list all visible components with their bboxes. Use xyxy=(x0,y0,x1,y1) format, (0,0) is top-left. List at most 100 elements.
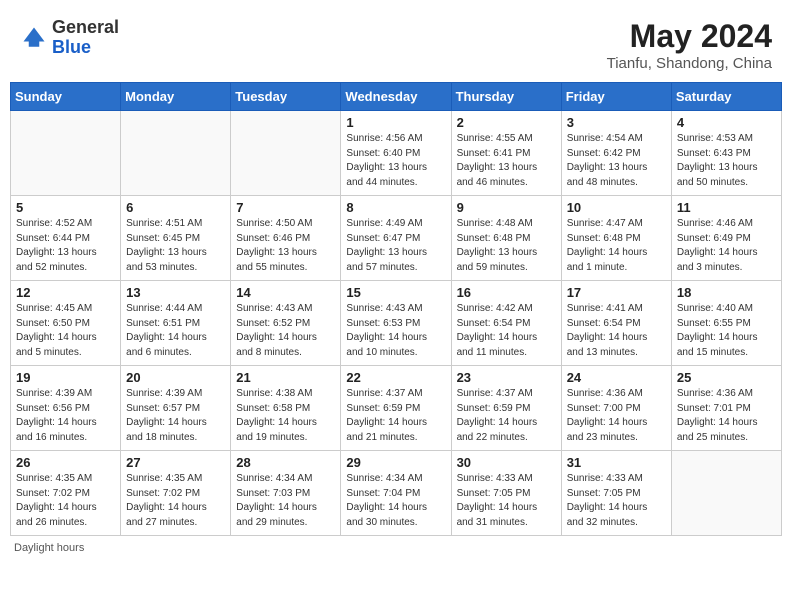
day-number: 17 xyxy=(567,285,666,300)
day-info: Sunrise: 4:35 AM Sunset: 7:02 PM Dayligh… xyxy=(126,472,225,530)
day-info: Sunrise: 4:39 AM Sunset: 6:56 PM Dayligh… xyxy=(16,387,115,445)
calendar-cell: 11 Sunrise: 4:46 AM Sunset: 6:49 PM Dayli… xyxy=(671,196,781,281)
calendar-header-saturday: Saturday xyxy=(671,83,781,111)
calendar-cell: 19 Sunrise: 4:39 AM Sunset: 6:56 PM Dayli… xyxy=(11,366,121,451)
calendar-cell xyxy=(231,111,341,196)
day-number: 19 xyxy=(16,370,115,385)
calendar-cell: 23 Sunrise: 4:37 AM Sunset: 6:59 PM Dayli… xyxy=(451,366,561,451)
calendar-cell: 21 Sunrise: 4:38 AM Sunset: 6:58 PM Dayli… xyxy=(231,366,341,451)
day-number: 18 xyxy=(677,285,776,300)
day-info: Sunrise: 4:44 AM Sunset: 6:51 PM Dayligh… xyxy=(126,302,225,360)
day-info: Sunrise: 4:51 AM Sunset: 6:45 PM Dayligh… xyxy=(126,217,225,275)
day-number: 14 xyxy=(236,285,335,300)
day-info: Sunrise: 4:34 AM Sunset: 7:04 PM Dayligh… xyxy=(346,472,445,530)
day-info: Sunrise: 4:55 AM Sunset: 6:41 PM Dayligh… xyxy=(457,132,556,190)
logo-general-text: General xyxy=(52,17,119,37)
logo-icon xyxy=(20,24,48,52)
calendar-header-monday: Monday xyxy=(121,83,231,111)
day-info: Sunrise: 4:37 AM Sunset: 6:59 PM Dayligh… xyxy=(346,387,445,445)
day-number: 6 xyxy=(126,200,225,215)
day-info: Sunrise: 4:53 AM Sunset: 6:43 PM Dayligh… xyxy=(677,132,776,190)
calendar-cell: 25Sunrise: 4:36 AM Sunset: 7:01 PM Dayli… xyxy=(671,366,781,451)
day-info: Sunrise: 4:52 AM Sunset: 6:44 PM Dayligh… xyxy=(16,217,115,275)
day-info: Sunrise: 4:49 AM Sunset: 6:47 PM Dayligh… xyxy=(346,217,445,275)
day-number: 23 xyxy=(457,370,556,385)
day-number: 4 xyxy=(677,115,776,130)
day-info: Sunrise: 4:37 AM Sunset: 6:59 PM Dayligh… xyxy=(457,387,556,445)
calendar-cell xyxy=(11,111,121,196)
day-info: Sunrise: 4:36 AM Sunset: 7:01 PM Dayligh… xyxy=(677,387,776,445)
day-number: 8 xyxy=(346,200,445,215)
logo-blue-text: Blue xyxy=(52,37,91,57)
calendar-cell: 20Sunrise: 4:39 AM Sunset: 6:57 PM Dayli… xyxy=(121,366,231,451)
day-info: Sunrise: 4:33 AM Sunset: 7:05 PM Dayligh… xyxy=(567,472,666,530)
week-row-2: 5Sunrise: 4:52 AM Sunset: 6:44 PM Daylig… xyxy=(11,196,782,281)
calendar-header-tuesday: Tuesday xyxy=(231,83,341,111)
calendar-cell: 9 Sunrise: 4:48 AM Sunset: 6:48 PM Daylig… xyxy=(451,196,561,281)
calendar-cell: 17Sunrise: 4:41 AM Sunset: 6:54 PM Dayli… xyxy=(561,281,671,366)
day-info: Sunrise: 4:34 AM Sunset: 7:03 PM Dayligh… xyxy=(236,472,335,530)
day-info: Sunrise: 4:42 AM Sunset: 6:54 PM Dayligh… xyxy=(457,302,556,360)
calendar-cell: 13 Sunrise: 4:44 AM Sunset: 6:51 PM Dayli… xyxy=(121,281,231,366)
day-info: Sunrise: 4:54 AM Sunset: 6:42 PM Dayligh… xyxy=(567,132,666,190)
day-info: Sunrise: 4:45 AM Sunset: 6:50 PM Dayligh… xyxy=(16,302,115,360)
day-info: Sunrise: 4:46 AM Sunset: 6:49 PM Dayligh… xyxy=(677,217,776,275)
day-number: 24 xyxy=(567,370,666,385)
logo: General Blue xyxy=(20,18,119,58)
day-info: Sunrise: 4:48 AM Sunset: 6:48 PM Dayligh… xyxy=(457,217,556,275)
calendar-cell: 22 Sunrise: 4:37 AM Sunset: 6:59 PM Dayli… xyxy=(341,366,451,451)
day-number: 16 xyxy=(457,285,556,300)
calendar-table: SundayMondayTuesdayWednesdayThursdayFrid… xyxy=(10,82,782,536)
day-number: 9 xyxy=(457,200,556,215)
calendar-header-friday: Friday xyxy=(561,83,671,111)
day-number: 28 xyxy=(236,455,335,470)
month-title: May 2024 xyxy=(607,18,772,55)
calendar-cell: 1Sunrise: 4:56 AM Sunset: 6:40 PM Daylig… xyxy=(341,111,451,196)
day-number: 1 xyxy=(346,115,445,130)
day-info: Sunrise: 4:35 AM Sunset: 7:02 PM Dayligh… xyxy=(16,472,115,530)
week-row-5: 26 Sunrise: 4:35 AM Sunset: 7:02 PM Dayli… xyxy=(11,451,782,536)
day-info: Sunrise: 4:38 AM Sunset: 6:58 PM Dayligh… xyxy=(236,387,335,445)
calendar-cell: 5Sunrise: 4:52 AM Sunset: 6:44 PM Daylig… xyxy=(11,196,121,281)
day-number: 11 xyxy=(677,200,776,215)
calendar-header-thursday: Thursday xyxy=(451,83,561,111)
day-number: 27 xyxy=(126,455,225,470)
day-number: 7 xyxy=(236,200,335,215)
calendar-header-wednesday: Wednesday xyxy=(341,83,451,111)
calendar-cell: 4 Sunrise: 4:53 AM Sunset: 6:43 PM Daylig… xyxy=(671,111,781,196)
calendar-cell: 16 Sunrise: 4:42 AM Sunset: 6:54 PM Dayli… xyxy=(451,281,561,366)
calendar-header-row: SundayMondayTuesdayWednesdayThursdayFrid… xyxy=(11,83,782,111)
calendar-cell: 2Sunrise: 4:55 AM Sunset: 6:41 PM Daylig… xyxy=(451,111,561,196)
day-number: 3 xyxy=(567,115,666,130)
calendar-cell: 15Sunrise: 4:43 AM Sunset: 6:53 PM Dayli… xyxy=(341,281,451,366)
calendar-cell: 8 Sunrise: 4:49 AM Sunset: 6:47 PM Daylig… xyxy=(341,196,451,281)
week-row-4: 19 Sunrise: 4:39 AM Sunset: 6:56 PM Dayli… xyxy=(11,366,782,451)
day-info: Sunrise: 4:50 AM Sunset: 6:46 PM Dayligh… xyxy=(236,217,335,275)
calendar-cell: 7 Sunrise: 4:50 AM Sunset: 6:46 PM Daylig… xyxy=(231,196,341,281)
calendar-cell: 3 Sunrise: 4:54 AM Sunset: 6:42 PM Daylig… xyxy=(561,111,671,196)
day-number: 31 xyxy=(567,455,666,470)
calendar-cell: 24 Sunrise: 4:36 AM Sunset: 7:00 PM Dayli… xyxy=(561,366,671,451)
calendar-header-sunday: Sunday xyxy=(11,83,121,111)
day-number: 30 xyxy=(457,455,556,470)
day-number: 10 xyxy=(567,200,666,215)
day-number: 20 xyxy=(126,370,225,385)
day-number: 21 xyxy=(236,370,335,385)
calendar-cell: 14 Sunrise: 4:43 AM Sunset: 6:52 PM Dayli… xyxy=(231,281,341,366)
day-info: Sunrise: 4:47 AM Sunset: 6:48 PM Dayligh… xyxy=(567,217,666,275)
day-number: 26 xyxy=(16,455,115,470)
day-info: Sunrise: 4:43 AM Sunset: 6:53 PM Dayligh… xyxy=(346,302,445,360)
day-number: 13 xyxy=(126,285,225,300)
calendar-cell: 31 Sunrise: 4:33 AM Sunset: 7:05 PM Dayli… xyxy=(561,451,671,536)
day-number: 12 xyxy=(16,285,115,300)
day-info: Sunrise: 4:43 AM Sunset: 6:52 PM Dayligh… xyxy=(236,302,335,360)
calendar-cell: 12 Sunrise: 4:45 AM Sunset: 6:50 PM Dayli… xyxy=(11,281,121,366)
day-number: 29 xyxy=(346,455,445,470)
day-number: 22 xyxy=(346,370,445,385)
calendar-cell: 26 Sunrise: 4:35 AM Sunset: 7:02 PM Dayli… xyxy=(11,451,121,536)
day-info: Sunrise: 4:40 AM Sunset: 6:55 PM Dayligh… xyxy=(677,302,776,360)
calendar-cell: 18 Sunrise: 4:40 AM Sunset: 6:55 PM Dayli… xyxy=(671,281,781,366)
calendar-cell: 10 Sunrise: 4:47 AM Sunset: 6:48 PM Dayli… xyxy=(561,196,671,281)
calendar-cell xyxy=(671,451,781,536)
day-info: Sunrise: 4:36 AM Sunset: 7:00 PM Dayligh… xyxy=(567,387,666,445)
